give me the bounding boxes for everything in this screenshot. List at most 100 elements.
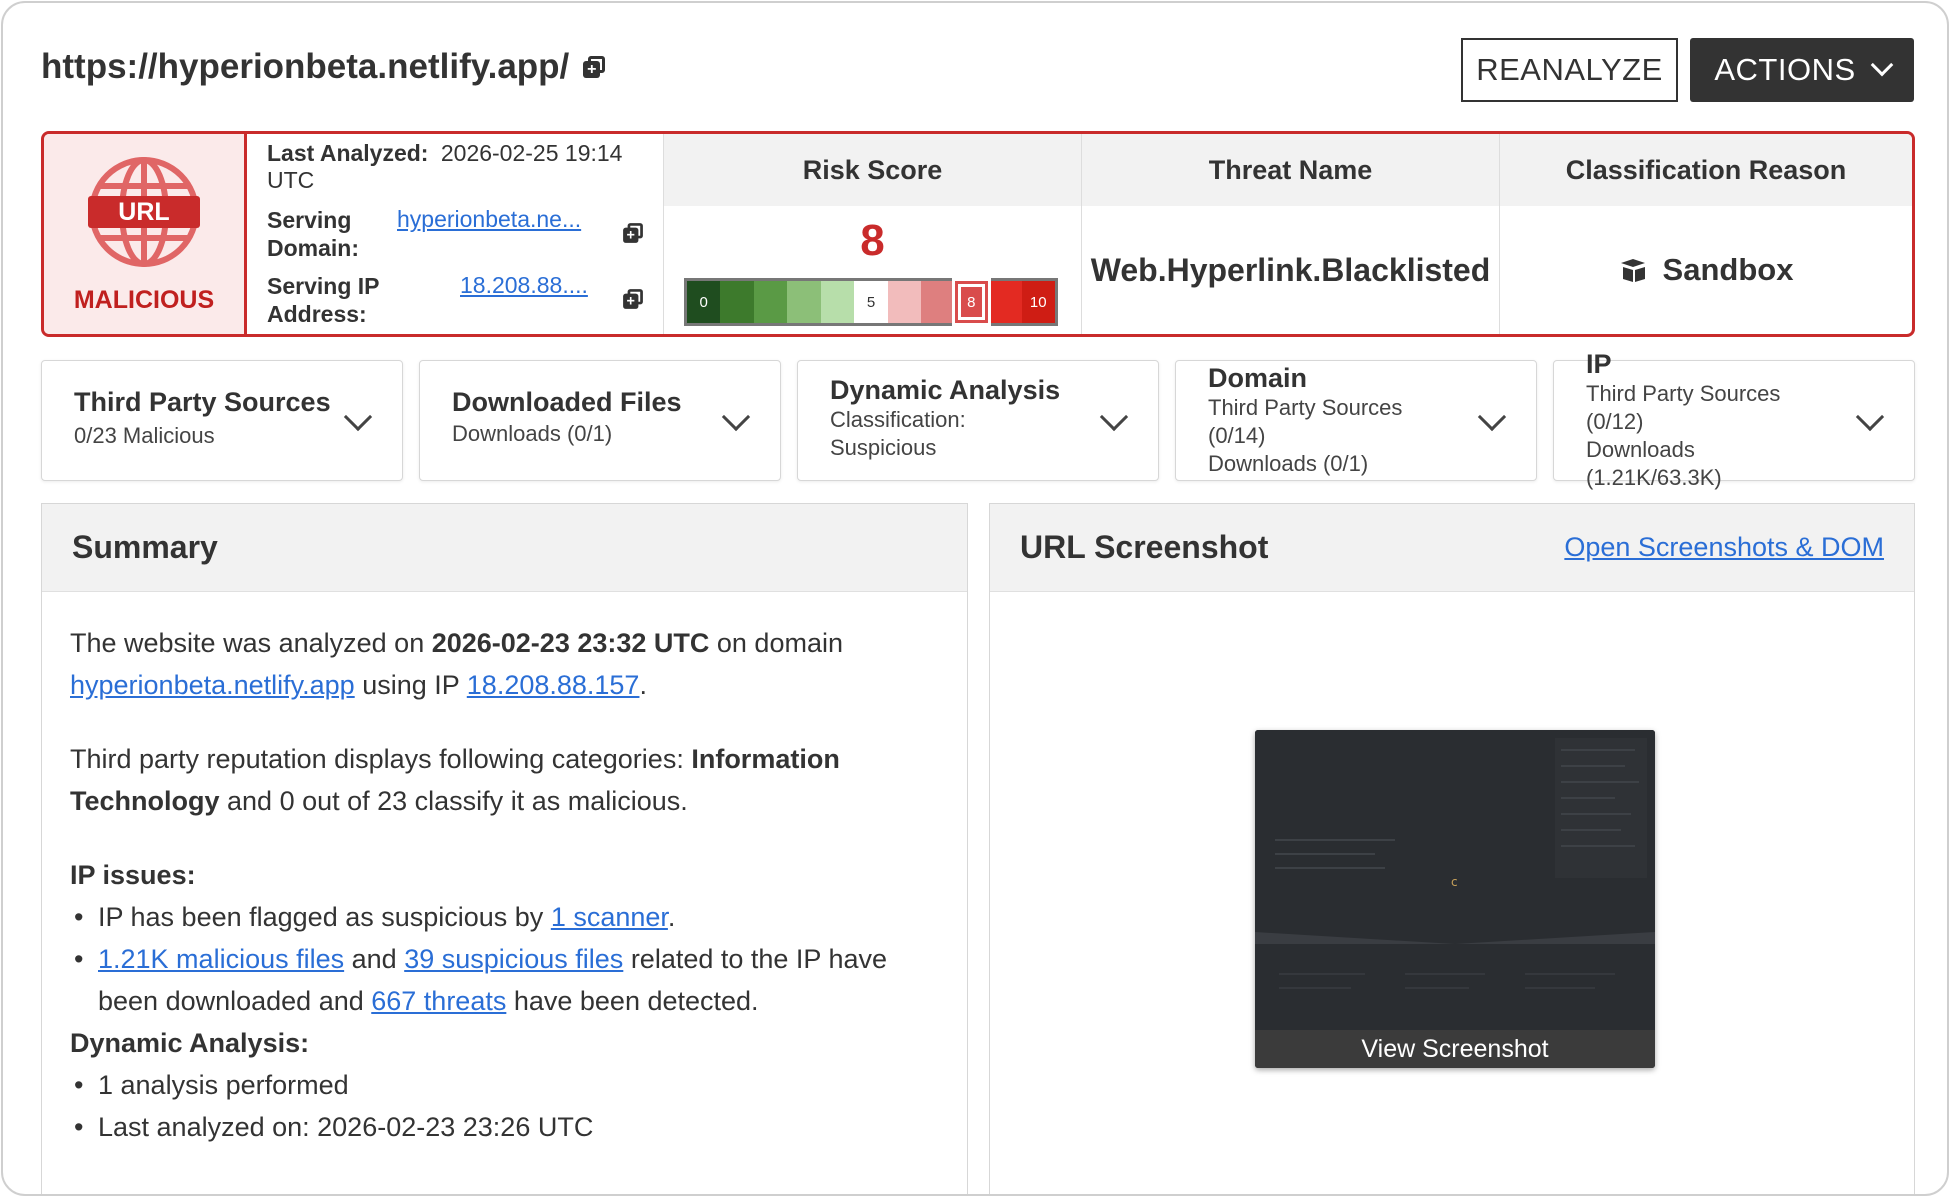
actions-label: ACTIONS [1714, 52, 1856, 87]
badge-icon-text: URL [118, 198, 170, 226]
dynamic-analysis-list: 1 analysis performed Last analyzed on: 2… [70, 1064, 939, 1148]
card-title: Downloaded Files [452, 387, 682, 417]
last-analyzed-row: Last Analyzed: 2026-02-25 19:14 UTC [267, 140, 622, 194]
domain-link[interactable]: hyperionbeta.netlify.app [70, 670, 355, 700]
card-line: Suspicious [830, 435, 937, 460]
risk-score-value: 8 [860, 216, 885, 265]
text: IP has been flagged as suspicious by [98, 902, 551, 932]
card-domain[interactable]: Domain Third Party Sources (0/14) Downlo… [1175, 360, 1537, 481]
risk-scale-segment: 10 [1021, 281, 1055, 323]
risk-scale-label: 0 [699, 293, 708, 311]
chevron-down-icon [1477, 402, 1507, 432]
copy-domain-icon[interactable]: + [623, 223, 643, 243]
summary-body: The website was analyzed on 2026-02-23 2… [42, 592, 967, 1178]
card-title: Dynamic Analysis [830, 375, 1061, 405]
chevron-down-icon [1855, 402, 1885, 432]
threats-link[interactable]: 667 threats [371, 986, 506, 1016]
card-line: Classification: [830, 407, 966, 432]
copy-icon[interactable]: + [583, 56, 606, 78]
card-line: Third Party Sources [1208, 395, 1403, 420]
summary-paragraph-2: Third party reputation displays followin… [70, 738, 939, 822]
summary-paragraph-1: The website was analyzed on 2026-02-23 2… [70, 622, 939, 706]
card-ip[interactable]: IP Third Party Sources (0/12) Downloads … [1553, 349, 1915, 490]
risk-scale-label: 10 [1029, 293, 1047, 311]
text: Third party reputation displays followin… [70, 744, 692, 774]
risk-scale-segment: 5 [854, 281, 888, 323]
malicious-files-link[interactable]: 1.21K malicious files [98, 944, 344, 974]
sandbox-icon [1620, 259, 1645, 282]
chevron-down-icon [721, 402, 751, 432]
svg-text:c: c [1451, 875, 1458, 889]
serving-ip-key-2: Address: [267, 301, 367, 327]
serving-domain-link[interactable]: hyperionbeta.ne... [397, 206, 581, 233]
classification-reason: Sandbox [1619, 252, 1793, 288]
text: and [344, 944, 405, 974]
risk-scale-label: 5 [866, 293, 876, 311]
card-line: (0/14) [1208, 423, 1266, 448]
analysis-meta: Last Analyzed: 2026-02-25 19:14 UTC Serv… [247, 134, 663, 334]
screenshot-thumbnail[interactable]: c View Screenshot [1255, 730, 1655, 1068]
risk-scale-bar: 0 5 8 10 [684, 278, 1058, 326]
risk-score-column: Risk Score 8 0 5 8 10 [663, 134, 1081, 334]
list-item: 1.21K malicious files and 39 suspicious … [70, 938, 939, 1022]
last-analyzed-tz: UTC [267, 167, 315, 193]
risk-scale-segment [787, 281, 821, 323]
verdict-bar: URL MALICIOUS Last Analyzed: 2026-02-25 … [41, 131, 1915, 337]
threat-name-header: Threat Name [1082, 134, 1499, 206]
summary-panel: Summary The website was analyzed on 2026… [41, 503, 968, 1194]
dynamic-analysis-heading: Dynamic Analysis: [70, 1028, 310, 1058]
threat-name-value: Web.Hyperlink.Blacklisted [1090, 251, 1491, 288]
risk-scale-segment [720, 281, 754, 323]
analyzed-url: https://hyperionbeta.netlify.app/ [41, 47, 570, 86]
analysis-date: 2026-02-23 23:32 UTC [431, 628, 710, 658]
card-line: 0/23 Malicious [74, 423, 215, 448]
page-title: https://hyperionbeta.netlify.app/ + [41, 47, 606, 87]
chevron-down-icon [1099, 402, 1129, 432]
card-line: (1.21K/63.3K) [1586, 465, 1722, 490]
view-screenshot-label: View Screenshot [1255, 1030, 1655, 1068]
serving-ip-link[interactable]: 18.208.88.... [460, 272, 588, 299]
ip-link[interactable]: 18.208.88.157 [467, 670, 640, 700]
text: on domain [709, 628, 843, 658]
suspicious-files-link[interactable]: 39 suspicious files [404, 944, 623, 974]
risk-scale-label: 8 [967, 293, 976, 311]
card-title: IP [1586, 349, 1612, 379]
text: and 0 out of 23 classify it as malicious… [219, 786, 688, 816]
card-third-party-sources[interactable]: Third Party Sources 0/23 Malicious [41, 360, 403, 481]
scanner-link[interactable]: 1 scanner [551, 902, 668, 932]
text: . [639, 670, 647, 700]
list-item: Last analyzed on: 2026-02-23 23:26 UTC [70, 1106, 939, 1148]
classification-badge: URL MALICIOUS [44, 134, 247, 334]
screenshot-preview-image: c [1255, 730, 1655, 1030]
last-analyzed-value: 2026-02-25 19:14 [440, 140, 623, 166]
card-title: Third Party Sources [74, 387, 331, 417]
card-line: (0/12) [1586, 409, 1644, 434]
screenshot-header: URL Screenshot Open Screenshots & DOM [990, 504, 1914, 592]
card-dynamic-analysis[interactable]: Dynamic Analysis Classification: Suspici… [797, 360, 1159, 481]
copy-ip-icon[interactable]: + [623, 289, 643, 309]
list-item: 1 analysis performed [70, 1064, 939, 1106]
serving-ip-row: Serving IP Address: [267, 272, 379, 328]
text: The website was analyzed on [70, 628, 432, 658]
card-line: Third Party Sources [1586, 381, 1781, 406]
url-globe-icon: URL [88, 156, 200, 268]
summary-header: Summary [42, 504, 967, 592]
serving-domain-row: Serving Domain: [267, 206, 359, 262]
risk-scale-segment [820, 281, 855, 323]
list-item: IP has been flagged as suspicious by 1 s… [70, 896, 939, 938]
summary-title: Summary [72, 529, 218, 565]
url-report-window: https://hyperionbeta.netlify.app/ + REAN… [1, 1, 1949, 1196]
open-screenshots-link[interactable]: Open Screenshots & DOM [1564, 532, 1884, 563]
card-downloaded-files[interactable]: Downloaded Files Downloads (0/1) [419, 360, 781, 481]
card-line: Downloads [1586, 437, 1695, 462]
text: using IP [354, 670, 467, 700]
screenshot-title: URL Screenshot [1020, 529, 1269, 565]
classification-reason-header: Classification Reason [1500, 134, 1912, 206]
reanalyze-button[interactable]: REANALYZE [1461, 38, 1678, 102]
serving-domain-key-1: Serving [267, 207, 352, 233]
card-line: Downloads (0/1) [1208, 451, 1369, 476]
actions-button[interactable]: ACTIONS [1690, 38, 1914, 102]
risk-scale-segment [921, 281, 955, 323]
last-analyzed-key: Last Analyzed: [267, 140, 429, 166]
text: . [667, 902, 676, 932]
